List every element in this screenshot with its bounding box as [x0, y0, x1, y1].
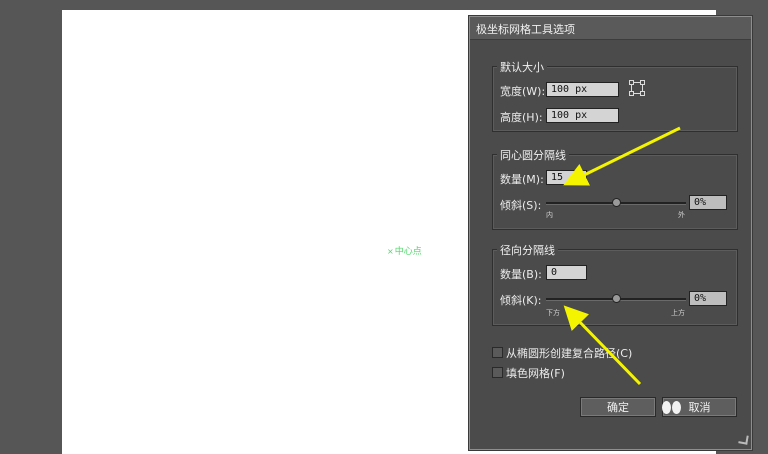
- polar-grid-options-dialog: 极坐标网格工具选项 默认大小 宽度(W): 100 px 高度(H): 100 …: [469, 16, 752, 450]
- concentric-legend: 同心圆分隔线: [497, 147, 569, 163]
- height-field[interactable]: 100 px: [546, 108, 619, 123]
- center-x-icon: ×: [387, 247, 394, 256]
- center-point-label: 中心点: [394, 247, 422, 257]
- concentric-skew-thumb[interactable]: [612, 198, 621, 207]
- resize-grip-icon[interactable]: [738, 434, 749, 445]
- compound-path-label[interactable]: 从椭圆形创建复合路径(C): [506, 345, 632, 361]
- reference-point-icon[interactable]: [629, 80, 645, 96]
- dialog-titlebar[interactable]: 极坐标网格工具选项: [470, 17, 751, 40]
- concentric-skew-field[interactable]: 0%: [689, 195, 727, 210]
- radial-skew-field[interactable]: 0%: [689, 291, 727, 306]
- radial-count-field[interactable]: 0: [546, 265, 587, 280]
- radial-skew-label: 倾斜(K):: [500, 294, 542, 307]
- concentric-max-label: 外: [678, 211, 685, 219]
- cursor-blob-icon: [662, 401, 682, 417]
- fill-grid-label[interactable]: 填色网格(F): [506, 365, 565, 381]
- radial-skew-thumb[interactable]: [612, 294, 621, 303]
- width-field[interactable]: 100 px: [546, 82, 619, 97]
- concentric-dividers-group: 同心圆分隔线 数量(M): 15 倾斜(S): 0% 内 外: [492, 147, 738, 230]
- concentric-skew-label: 倾斜(S):: [500, 199, 542, 212]
- concentric-min-label: 内: [546, 211, 553, 219]
- radial-count-label: 数量(B):: [500, 268, 542, 281]
- center-point-marker: ×中心点: [387, 244, 422, 257]
- radial-legend: 径向分隔线: [497, 242, 558, 258]
- default-size-group: 默认大小 宽度(W): 100 px 高度(H): 100 px: [492, 59, 738, 132]
- concentric-count-label: 数量(M):: [500, 173, 544, 186]
- default-size-legend: 默认大小: [497, 59, 547, 75]
- radial-dividers-group: 径向分隔线 数量(B): 0 倾斜(K): 0% 下方 上方: [492, 242, 738, 326]
- width-label: 宽度(W):: [500, 85, 546, 98]
- ok-button[interactable]: 确定: [580, 397, 656, 417]
- height-label: 高度(H):: [500, 111, 543, 124]
- concentric-count-field[interactable]: 15: [546, 170, 587, 185]
- radial-max-label: 上方: [671, 309, 685, 317]
- radial-min-label: 下方: [546, 309, 560, 317]
- compound-path-checkbox[interactable]: [492, 347, 503, 358]
- dialog-title: 极坐标网格工具选项: [476, 23, 575, 36]
- fill-grid-checkbox[interactable]: [492, 367, 503, 378]
